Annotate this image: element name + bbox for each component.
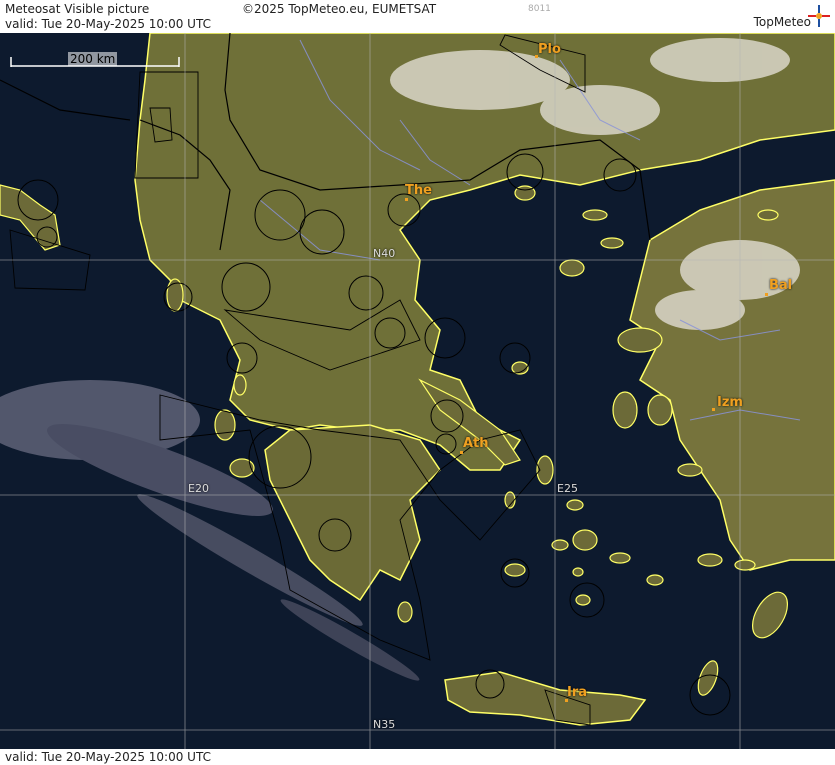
graticule-label-n35: N35 — [373, 718, 396, 731]
valid-time-header: valid: Tue 20-May-2025 10:00 UTC — [5, 17, 211, 31]
graticule-label-e20: E20 — [188, 482, 209, 495]
city-label-izm: Izm — [717, 395, 743, 410]
satellite-map — [0, 0, 835, 765]
footer-bar: valid: Tue 20-May-2025 10:00 UTC — [0, 749, 835, 765]
city-label-plo: Plo — [538, 42, 561, 57]
topmeteo-logo-icon — [808, 5, 830, 27]
city-label-ath: Ath — [463, 436, 489, 451]
valid-time-footer: valid: Tue 20-May-2025 10:00 UTC — [5, 750, 211, 764]
graticule-label-n40: N40 — [373, 247, 396, 260]
image-code: 8011 — [528, 4, 551, 14]
graticule-label-e25: E25 — [557, 482, 578, 495]
city-label-the: The — [405, 183, 432, 198]
copyright-text: ©2025 TopMeteo.eu, EUMETSAT — [242, 2, 437, 16]
city-label-bal: Bal — [769, 278, 793, 293]
map-title: Meteosat Visible picture — [5, 2, 150, 16]
topmeteo-logo-text: TopMeteo — [753, 15, 811, 29]
scale-label: 200 km — [68, 52, 118, 66]
city-label-ira: Ira — [567, 685, 588, 700]
header-bar: Meteosat Visible picture ©2025 TopMeteo.… — [0, 0, 835, 33]
